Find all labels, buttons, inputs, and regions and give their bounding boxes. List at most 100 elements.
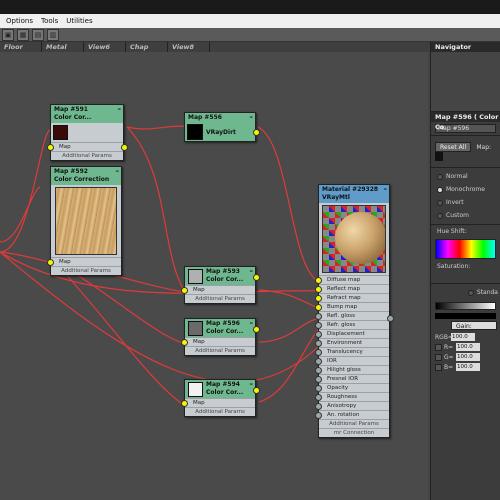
input-socket[interactable] — [315, 394, 322, 401]
menu-tools[interactable]: Tools — [41, 17, 58, 25]
minimize-icon[interactable]: – — [250, 380, 254, 388]
minimize-icon[interactable]: – — [384, 185, 388, 193]
output-socket[interactable] — [121, 144, 128, 151]
material-slot[interactable]: Refl. gloss — [315, 311, 389, 320]
material-slot[interactable]: Diffuse map — [315, 275, 389, 284]
input-socket[interactable] — [181, 287, 188, 294]
b-value[interactable]: 100.0 — [456, 363, 480, 371]
node-header[interactable]: Map #596 Color Cor... – — [185, 319, 255, 337]
tab-chap[interactable]: Chap — [126, 42, 168, 52]
map-slot-button[interactable] — [435, 152, 443, 161]
radio-monochrome[interactable]: Monochrome — [431, 183, 500, 196]
minimize-icon[interactable]: – — [116, 167, 120, 175]
input-socket[interactable] — [315, 412, 322, 419]
node-material[interactable]: Material #29328 VRayMtl – Diffuse map Ref… — [315, 184, 394, 438]
output-socket[interactable] — [253, 387, 260, 394]
b-checkbox[interactable] — [435, 363, 442, 371]
input-socket[interactable] — [315, 331, 322, 338]
reset-all-button[interactable]: Reset All — [435, 142, 472, 152]
menu-options[interactable]: Options — [6, 17, 33, 25]
standard-radio[interactable]: Standa — [431, 286, 500, 299]
node-map592[interactable]: Map #592 Color Correction – Map Addition… — [47, 166, 122, 276]
input-socket[interactable] — [181, 400, 188, 407]
b-spinner[interactable]: B= 100.0 — [431, 362, 500, 372]
tab-view6[interactable]: View6 — [84, 42, 126, 52]
additional-params[interactable]: Additional Params — [51, 266, 121, 275]
r-spinner[interactable]: R= 100.0 — [431, 342, 500, 352]
node-map591[interactable]: Map #591 Color Cor... – Map Additional P… — [47, 104, 128, 161]
material-slot[interactable]: Refr. gloss — [315, 320, 389, 329]
node-editor-canvas[interactable]: Map #591 Color Cor... – Map Additional P… — [0, 52, 428, 500]
minimize-icon[interactable]: – — [118, 105, 122, 113]
input-socket[interactable] — [315, 295, 322, 302]
g-spinner[interactable]: G= 100.0 — [431, 352, 500, 362]
tab-metal[interactable]: Metal — [42, 42, 84, 52]
additional-params[interactable]: Additional Params — [51, 151, 123, 160]
material-slot[interactable]: Displacement — [315, 329, 389, 338]
g-checkbox[interactable] — [435, 353, 442, 361]
input-socket[interactable] — [315, 367, 322, 374]
material-slot[interactable]: Reflect map — [315, 284, 389, 293]
input-socket[interactable] — [47, 144, 54, 151]
tab-view8[interactable]: View8 — [168, 42, 210, 52]
input-socket[interactable] — [315, 403, 322, 410]
input-socket[interactable] — [315, 349, 322, 356]
material-slot[interactable]: Opacity — [315, 383, 389, 392]
node-header[interactable]: Map #591 Color Cor... – — [51, 105, 123, 123]
grid-tool-icon[interactable]: ▦ — [17, 28, 29, 41]
select-tool-icon[interactable]: ▣ — [2, 28, 14, 41]
arrange-tool-icon[interactable]: ▥ — [47, 28, 59, 41]
input-socket[interactable] — [315, 277, 322, 284]
minimize-icon[interactable]: – — [250, 267, 254, 275]
input-slot-map[interactable]: Map — [181, 274, 260, 294]
input-socket[interactable] — [315, 340, 322, 347]
input-socket[interactable] — [47, 259, 54, 266]
input-socket[interactable] — [315, 313, 322, 320]
node-header[interactable]: Map #593 Color Cor... – — [185, 267, 255, 285]
material-slot[interactable]: Fresnel IOR — [315, 374, 389, 383]
r-checkbox[interactable] — [435, 343, 442, 351]
tab-floor[interactable]: Floor — [0, 42, 42, 52]
lightness-gradient[interactable] — [435, 302, 496, 310]
minimize-icon[interactable]: – — [250, 113, 254, 121]
output-socket[interactable] — [253, 326, 260, 333]
input-slot-map[interactable]: Map — [181, 326, 260, 346]
minimize-icon[interactable]: – — [250, 319, 254, 327]
mr-connection[interactable]: mr Connection — [319, 428, 389, 437]
input-socket[interactable] — [315, 286, 322, 293]
input-socket[interactable] — [315, 385, 322, 392]
input-slot-map[interactable]: Map — [47, 142, 128, 151]
additional-params[interactable]: Additional Params — [185, 407, 255, 416]
additional-params[interactable]: Additional Params — [185, 294, 255, 303]
material-slot[interactable]: Roughness — [315, 392, 389, 401]
material-slot[interactable]: Translucency — [315, 347, 389, 356]
navigator-view[interactable] — [431, 52, 500, 112]
input-socket[interactable] — [315, 322, 322, 329]
material-slot[interactable]: Anisotropy — [315, 401, 389, 410]
input-socket[interactable] — [315, 304, 322, 311]
node-map594[interactable]: Map #594 Color Cor... – Map Additional P… — [181, 379, 260, 417]
material-slot[interactable]: Refract map — [315, 293, 389, 302]
additional-params[interactable]: Additional Params — [185, 346, 255, 355]
input-socket[interactable] — [315, 376, 322, 383]
node-map596[interactable]: Map #596 Color Cor... – Map Additional P… — [181, 318, 260, 356]
input-slot-map[interactable]: Map — [47, 257, 121, 266]
g-value[interactable]: 100.0 — [456, 353, 480, 361]
output-socket[interactable] — [253, 129, 260, 136]
gain-select[interactable]: Gain: — [451, 321, 497, 330]
node-header[interactable]: Map #556 – — [185, 113, 255, 123]
material-slot[interactable]: Environment — [315, 338, 389, 347]
rgb-value[interactable]: 100.0 — [451, 333, 475, 341]
r-value[interactable]: 100.0 — [456, 343, 480, 351]
output-socket[interactable] — [387, 315, 394, 322]
material-slot[interactable]: Bump map — [315, 302, 389, 311]
node-header[interactable]: Map #592 Color Correction – — [51, 167, 121, 185]
node-header[interactable]: Material #29328 VRayMtl – — [319, 185, 389, 203]
material-slot[interactable]: IOR — [315, 356, 389, 365]
node-map556[interactable]: Map #556 – VRayDirt — [184, 112, 260, 142]
node-map593[interactable]: Map #593 Color Cor... – Map Additional P… — [181, 266, 260, 304]
input-socket[interactable] — [315, 358, 322, 365]
hue-gradient[interactable] — [435, 239, 496, 259]
material-slot[interactable]: Hilight gloss — [315, 365, 389, 374]
radio-invert[interactable]: Invert — [431, 196, 500, 209]
